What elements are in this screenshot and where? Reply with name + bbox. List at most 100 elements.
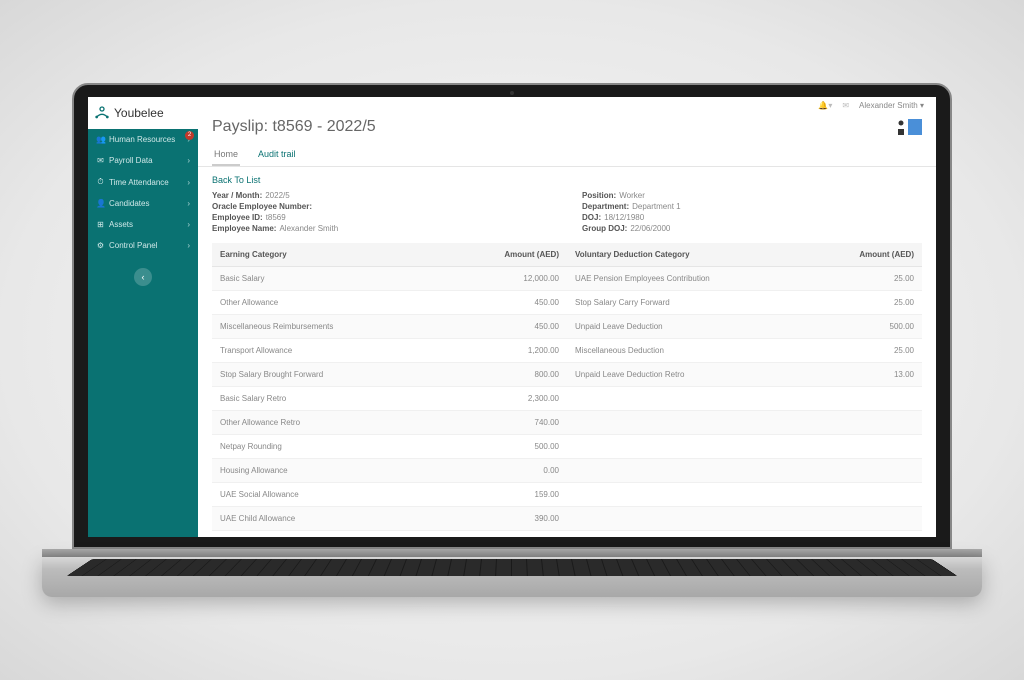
- earning-category: Other Allowance Retro: [212, 411, 442, 435]
- earning-category: Miscellaneous Reimbursements: [212, 315, 442, 339]
- earning-amount: 390.00: [442, 507, 567, 531]
- sidebar-item-control-panel[interactable]: ⚙ Control Panel ›: [88, 235, 198, 256]
- nav-icon: ⚙: [96, 241, 105, 250]
- laptop-frame: Youbelee 👥Human Resources›2 ✉ Payroll Data…: [72, 83, 952, 597]
- laptop-hinge: [42, 549, 982, 557]
- topbar: 🔔▾ ✉ Alexander Smith ▾: [198, 97, 936, 114]
- deductions-header-amount: Amount (AED): [809, 243, 922, 267]
- earning-category: Basic Salary: [212, 267, 442, 291]
- deduction-category: UAE Pension Employees Contribution: [567, 267, 809, 291]
- deduction-amount: [809, 459, 922, 483]
- sidebar-item-assets[interactable]: ⊞Assets›: [88, 214, 198, 235]
- earning-category: Transport Allowance: [212, 339, 442, 363]
- mail-icon[interactable]: ✉: [842, 101, 849, 110]
- collapse-sidebar-button[interactable]: ‹: [134, 268, 152, 286]
- table-row: Basic Salary Retro2,300.00: [212, 387, 567, 411]
- table-row: Unpaid Leave Deduction500.00: [567, 315, 922, 339]
- deduction-category: [567, 411, 809, 435]
- earning-amount: 12,000.00: [442, 267, 567, 291]
- detail-oracle-number: Oracle Employee Number:: [212, 202, 552, 211]
- sidebar-item-human-resources[interactable]: 👥Human Resources›2: [88, 129, 198, 150]
- tab-home[interactable]: Home: [212, 144, 240, 166]
- earning-category: UAE Child Allowance: [212, 507, 442, 531]
- sidebar: Youbelee 👥Human Resources›2 ✉ Payroll Data…: [88, 97, 198, 537]
- sidebar-item-payroll-data[interactable]: ✉Payroll Data›: [88, 150, 198, 171]
- detail-employee-name: Employee Name: Alexander Smith: [212, 224, 552, 233]
- earnings-header-amount: Amount (AED): [442, 243, 567, 267]
- table-row: [567, 459, 922, 483]
- app-screen: Youbelee 👥Human Resources›2 ✉ Payroll Data…: [88, 97, 936, 537]
- deduction-amount: 13.00: [809, 363, 922, 387]
- detail-doj: DOJ: 18/12/1980: [582, 213, 922, 222]
- earning-amount: 450.00: [442, 291, 567, 315]
- earning-amount: 450.00: [442, 315, 567, 339]
- chevron-right-icon: ›: [187, 241, 190, 250]
- table-row: Miscellaneous Reimbursements450.00: [212, 315, 567, 339]
- table-row: Stop Salary Brought Forward800.00: [212, 363, 567, 387]
- deduction-category: [567, 387, 809, 411]
- nav-label: Control Panel: [109, 241, 157, 250]
- table-row: UAE Pension Employees Contribution25.00: [567, 267, 922, 291]
- table-row: [567, 483, 922, 507]
- nav-label: Payroll Data: [109, 156, 153, 165]
- nav-list: 👥Human Resources›2✉Payroll Data›⏱Time At…: [88, 129, 198, 256]
- table-row: UAE Social Allowance159.00: [212, 483, 567, 507]
- payslip-tables: Earning Category Amount (AED) Basic Sala…: [212, 243, 922, 531]
- nav-label: Candidates: [109, 199, 149, 208]
- nav-label: Assets: [109, 220, 133, 229]
- notification-icon[interactable]: 🔔▾: [818, 101, 832, 110]
- detail-year-month: Year / Month: 2022/5: [212, 191, 552, 200]
- chevron-right-icon: ›: [187, 220, 190, 229]
- deduction-amount: [809, 507, 922, 531]
- tabs: Home Audit trail: [198, 144, 936, 167]
- deduction-amount: 25.00: [809, 339, 922, 363]
- detail-group-doj: Group DOJ: 22/06/2000: [582, 224, 922, 233]
- earnings-header-category: Earning Category: [212, 243, 442, 267]
- table-row: Basic Salary12,000.00: [212, 267, 567, 291]
- table-row: Other Allowance450.00: [212, 291, 567, 315]
- deduction-amount: [809, 435, 922, 459]
- employee-icon[interactable]: [896, 119, 906, 135]
- earnings-table: Earning Category Amount (AED) Basic Sala…: [212, 243, 567, 531]
- deduction-category: [567, 459, 809, 483]
- earning-category: Basic Salary Retro: [212, 387, 442, 411]
- table-row: Miscellaneous Deduction25.00: [567, 339, 922, 363]
- detail-employee-id: Employee ID: t8569: [212, 213, 552, 222]
- deduction-category: [567, 435, 809, 459]
- deductions-header-category: Voluntary Deduction Category: [567, 243, 809, 267]
- table-row: [567, 435, 922, 459]
- user-menu[interactable]: Alexander Smith ▾: [859, 101, 924, 110]
- page-title: Payslip: t8569 - 2022/5: [212, 118, 376, 136]
- tab-audit-trail[interactable]: Audit trail: [256, 144, 298, 166]
- earning-amount: 0.00: [442, 459, 567, 483]
- main-area: 🔔▾ ✉ Alexander Smith ▾ Payslip: t8569 - …: [198, 97, 936, 537]
- earning-amount: 2,300.00: [442, 387, 567, 411]
- page-header: Payslip: t8569 - 2022/5: [198, 114, 936, 144]
- earning-amount: 740.00: [442, 411, 567, 435]
- laptop-base: [42, 557, 982, 597]
- sidebar-item-time-attendance[interactable]: ⏱Time Attendance›: [88, 171, 198, 193]
- nav-icon: 👤: [96, 199, 105, 208]
- earning-amount: 1,200.00: [442, 339, 567, 363]
- logo[interactable]: Youbelee: [88, 97, 198, 129]
- table-row: UAE Child Allowance390.00: [212, 507, 567, 531]
- deduction-category: Stop Salary Carry Forward: [567, 291, 809, 315]
- detail-position: Position: Worker: [582, 191, 922, 200]
- deduction-amount: [809, 483, 922, 507]
- table-row: Housing Allowance0.00: [212, 459, 567, 483]
- nav-icon: ✉: [96, 156, 105, 165]
- header-actions: [896, 119, 922, 135]
- chevron-right-icon: ›: [187, 178, 190, 187]
- camera-dot: [510, 91, 514, 95]
- earning-category: Netpay Rounding: [212, 435, 442, 459]
- screen-bezel: Youbelee 👥Human Resources›2 ✉ Payroll Data…: [72, 83, 952, 549]
- sidebar-item-candidates[interactable]: 👤Candidates›: [88, 193, 198, 214]
- nav-icon: 👥: [96, 135, 105, 144]
- back-to-list-link[interactable]: Back To List: [212, 175, 922, 185]
- table-row: [567, 507, 922, 531]
- deduction-amount: 25.00: [809, 291, 922, 315]
- document-icon[interactable]: [908, 119, 922, 135]
- earning-category: UAE Social Allowance: [212, 483, 442, 507]
- deduction-amount: [809, 387, 922, 411]
- logo-icon: [94, 105, 110, 121]
